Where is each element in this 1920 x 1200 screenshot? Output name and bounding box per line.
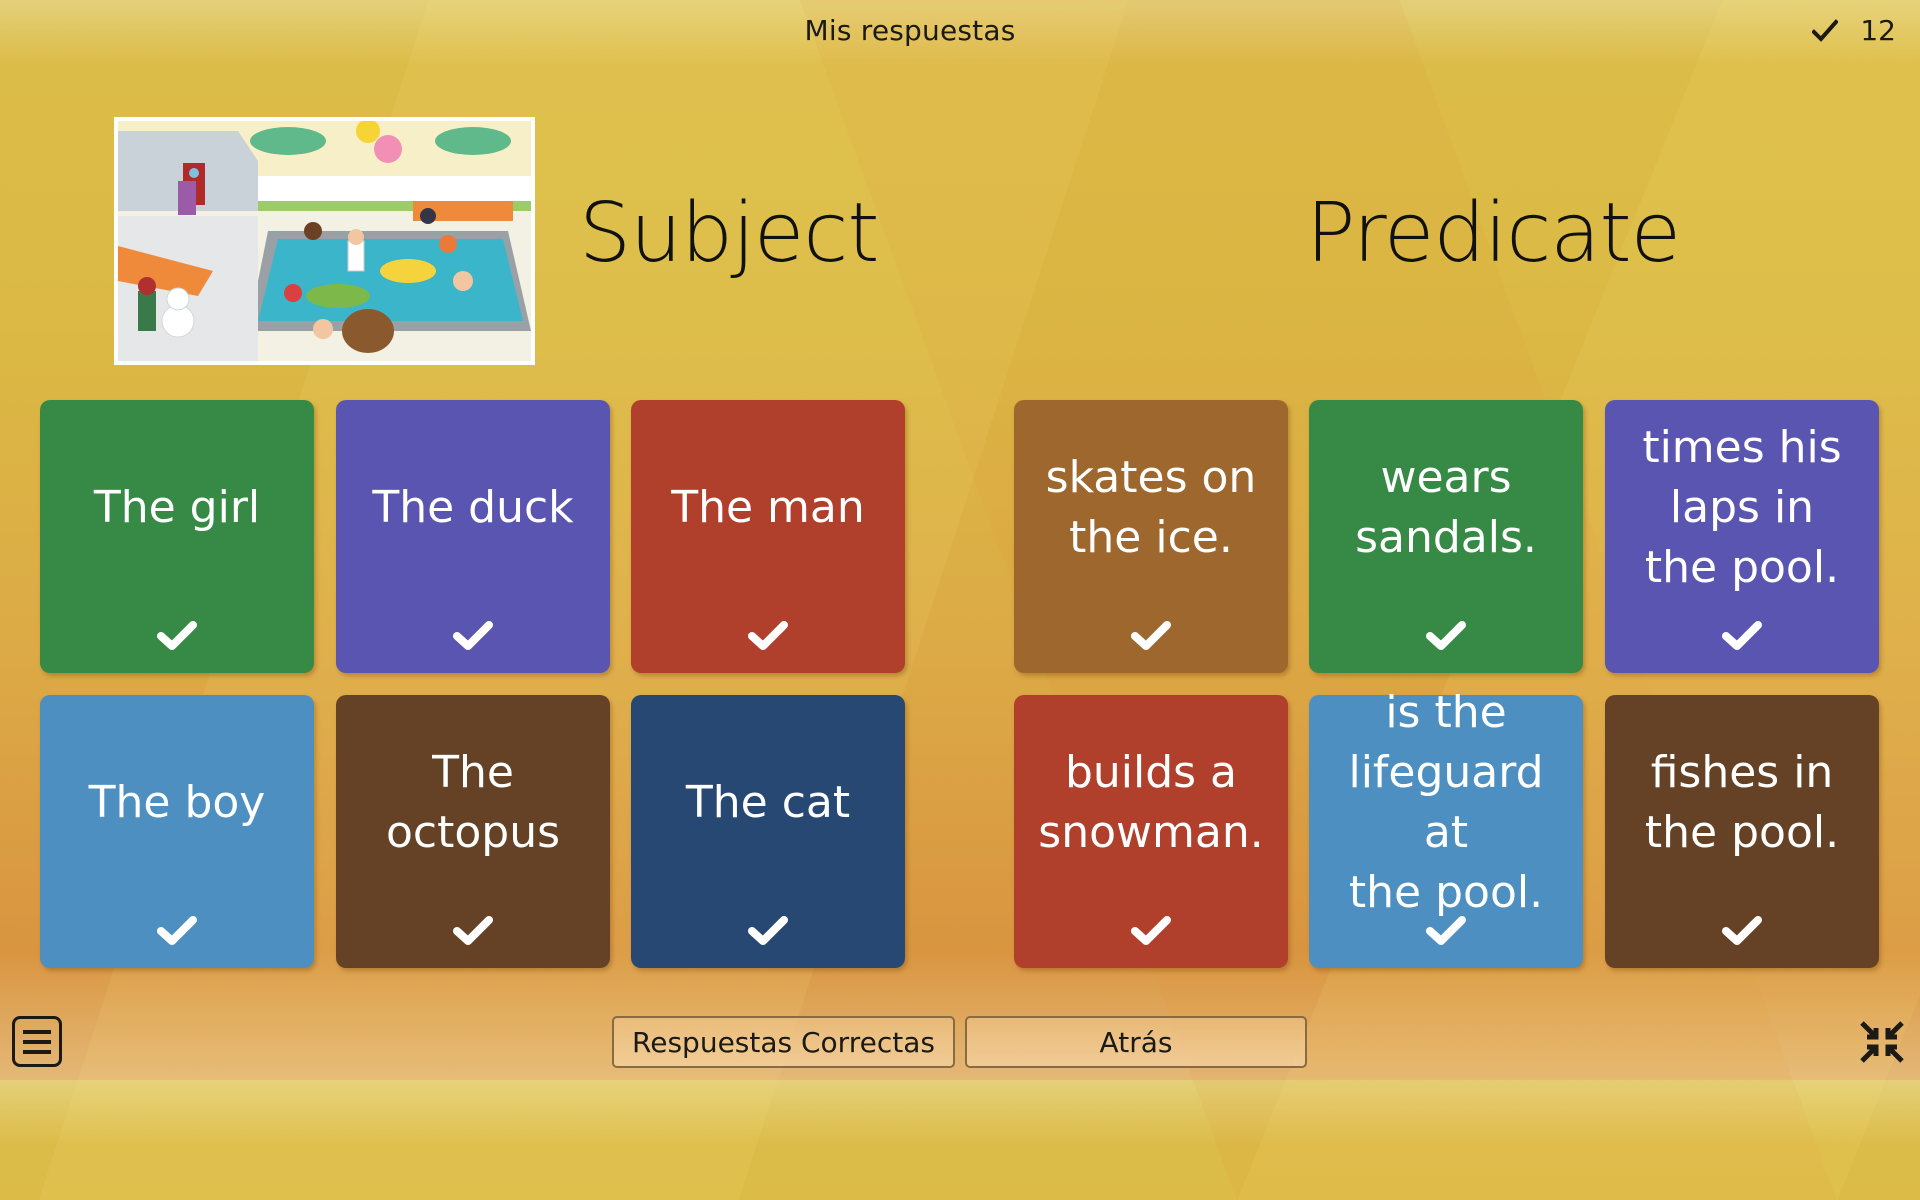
subject-card[interactable]: The cat bbox=[631, 695, 905, 968]
predicate-card[interactable]: is the lifeguard at the pool. bbox=[1309, 687, 1583, 968]
card-label: wears sandals. bbox=[1355, 451, 1537, 563]
menu-icon-bar bbox=[23, 1029, 51, 1034]
check-icon bbox=[1131, 621, 1171, 650]
card-label: The girl bbox=[93, 481, 261, 533]
activity-image bbox=[114, 117, 535, 365]
check-icon bbox=[1131, 916, 1171, 945]
card-label: fishes in the pool. bbox=[1644, 746, 1840, 858]
page-title: Mis respuestas bbox=[804, 14, 1016, 47]
card-label: skates on the ice. bbox=[1045, 451, 1257, 563]
check-icon bbox=[1722, 916, 1762, 945]
check-icon bbox=[748, 916, 788, 945]
card-label: times his laps in the pool. bbox=[1642, 421, 1842, 593]
card-label: The duck bbox=[372, 481, 574, 533]
check-icon bbox=[453, 621, 493, 650]
subject-card[interactable]: The boy bbox=[40, 695, 314, 968]
predicate-card[interactable]: builds a snowman. bbox=[1014, 695, 1288, 968]
score-counter: 12 bbox=[1812, 14, 1896, 47]
exit-fullscreen-icon[interactable] bbox=[1859, 1020, 1905, 1064]
subject-card[interactable]: The duck bbox=[336, 400, 610, 673]
card-label: The boy bbox=[88, 776, 266, 828]
subject-card[interactable]: The man bbox=[631, 400, 905, 673]
predicate-card[interactable]: times his laps in the pool. bbox=[1605, 400, 1879, 673]
menu-icon-bar bbox=[23, 1039, 51, 1044]
predicate-heading: Predicate bbox=[1306, 186, 1681, 281]
subject-card[interactable]: The girl bbox=[40, 400, 314, 673]
menu-icon-bar bbox=[23, 1049, 51, 1054]
check-icon bbox=[157, 621, 197, 650]
card-label: is the lifeguard at the pool. bbox=[1348, 686, 1544, 918]
predicate-card[interactable]: wears sandals. bbox=[1309, 400, 1583, 673]
subject-card[interactable]: The octopus bbox=[336, 695, 610, 968]
card-label: The octopus bbox=[385, 746, 561, 858]
score-value: 12 bbox=[1860, 14, 1896, 47]
correct-answers-button[interactable]: Respuestas Correctas bbox=[612, 1016, 955, 1068]
check-icon bbox=[748, 621, 788, 650]
predicate-card[interactable]: skates on the ice. bbox=[1014, 400, 1288, 673]
menu-button[interactable] bbox=[12, 1016, 62, 1067]
check-icon bbox=[453, 916, 493, 945]
check-icon bbox=[1722, 621, 1762, 650]
card-label: The man bbox=[671, 481, 865, 533]
subject-heading: Subject bbox=[579, 186, 880, 281]
predicate-card[interactable]: fishes in the pool. bbox=[1605, 695, 1879, 968]
card-label: The cat bbox=[685, 776, 851, 828]
pool-scene-illustration bbox=[118, 121, 531, 361]
check-icon bbox=[1812, 18, 1839, 42]
back-button[interactable]: Atrás bbox=[965, 1016, 1307, 1068]
card-label: builds a snowman. bbox=[1038, 746, 1264, 858]
check-icon bbox=[157, 916, 197, 945]
check-icon bbox=[1426, 621, 1466, 650]
check-icon bbox=[1426, 916, 1466, 945]
